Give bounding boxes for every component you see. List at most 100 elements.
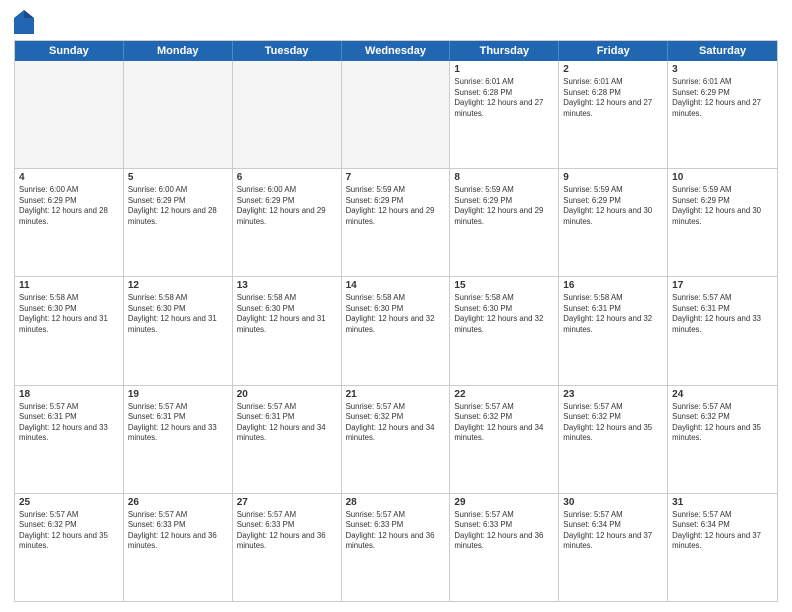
calendar-cell: 30 Sunrise: 5:57 AM Sunset: 6:34 PM Dayli…	[559, 494, 668, 601]
calendar-cell: 18 Sunrise: 5:57 AM Sunset: 6:31 PM Dayli…	[15, 386, 124, 493]
day-number: 14	[346, 280, 446, 291]
calendar-cell: 4 Sunrise: 6:00 AM Sunset: 6:29 PM Daylig…	[15, 169, 124, 276]
calendar-cell: 7Sunrise: 5:59 AM Sunset: 6:29 PM Daylig…	[342, 169, 451, 276]
day-info: Sunrise: 5:58 AM Sunset: 6:30 PM Dayligh…	[237, 293, 337, 335]
calendar-cell: 14 Sunrise: 5:58 AM Sunset: 6:30 PM Dayli…	[342, 277, 451, 384]
day-info: Sunrise: 5:58 AM Sunset: 6:30 PM Dayligh…	[454, 293, 554, 335]
header-day-monday: Monday	[124, 41, 233, 61]
day-info: Sunrise: 5:57 AM Sunset: 6:31 PM Dayligh…	[19, 402, 119, 444]
calendar-cell: 17 Sunrise: 5:57 AM Sunset: 6:31 PM Dayli…	[668, 277, 777, 384]
day-number: 17	[672, 280, 773, 291]
day-number: 12	[128, 280, 228, 291]
day-info: Sunrise: 5:58 AM Sunset: 6:30 PM Dayligh…	[128, 293, 228, 335]
day-info: Sunrise: 5:58 AM Sunset: 6:30 PM Dayligh…	[346, 293, 446, 335]
calendar-cell: 10 Sunrise: 5:59 AM Sunset: 6:29 PM Dayli…	[668, 169, 777, 276]
day-info: Sunrise: 5:57 AM Sunset: 6:31 PM Dayligh…	[672, 293, 773, 335]
calendar-cell: 8 Sunrise: 5:59 AM Sunset: 6:29 PM Daylig…	[450, 169, 559, 276]
day-info: Sunrise: 5:57 AM Sunset: 6:34 PM Dayligh…	[672, 510, 773, 552]
calendar-row-3: 11 Sunrise: 5:58 AM Sunset: 6:30 PM Dayli…	[15, 277, 777, 385]
day-number: 1	[454, 64, 554, 75]
day-info: Sunrise: 6:01 AM Sunset: 6:28 PM Dayligh…	[454, 77, 554, 119]
day-info: Sunrise: 5:57 AM Sunset: 6:33 PM Dayligh…	[128, 510, 228, 552]
day-number: 4	[19, 172, 119, 183]
calendar-cell: 16 Sunrise: 5:58 AM Sunset: 6:31 PM Dayli…	[559, 277, 668, 384]
calendar-header: SundayMondayTuesdayWednesdayThursdayFrid…	[15, 41, 777, 61]
day-info: Sunrise: 5:57 AM Sunset: 6:33 PM Dayligh…	[454, 510, 554, 552]
day-number: 21	[346, 389, 446, 400]
day-info: Sunrise: 6:01 AM Sunset: 6:29 PM Dayligh…	[672, 77, 773, 119]
day-number: 13	[237, 280, 337, 291]
day-number: 15	[454, 280, 554, 291]
calendar-row-2: 4 Sunrise: 6:00 AM Sunset: 6:29 PM Daylig…	[15, 169, 777, 277]
calendar-cell: 22 Sunrise: 5:57 AM Sunset: 6:32 PM Dayli…	[450, 386, 559, 493]
day-number: 31	[672, 497, 773, 508]
calendar-row-4: 18 Sunrise: 5:57 AM Sunset: 6:31 PM Dayli…	[15, 386, 777, 494]
calendar-cell: 27Sunrise: 5:57 AM Sunset: 6:33 PM Dayli…	[233, 494, 342, 601]
day-info: Sunrise: 5:57 AM Sunset: 6:33 PM Dayligh…	[237, 510, 337, 552]
day-info: Sunrise: 6:00 AM Sunset: 6:29 PM Dayligh…	[19, 185, 119, 227]
day-number: 7	[346, 172, 446, 183]
header-day-thursday: Thursday	[450, 41, 559, 61]
day-info: Sunrise: 6:00 AM Sunset: 6:29 PM Dayligh…	[237, 185, 337, 227]
day-info: Sunrise: 6:01 AM Sunset: 6:28 PM Dayligh…	[563, 77, 663, 119]
calendar-cell	[233, 61, 342, 168]
header-day-wednesday: Wednesday	[342, 41, 451, 61]
header	[14, 10, 778, 34]
day-number: 18	[19, 389, 119, 400]
day-number: 8	[454, 172, 554, 183]
calendar-cell: 20Sunrise: 5:57 AM Sunset: 6:31 PM Dayli…	[233, 386, 342, 493]
day-number: 5	[128, 172, 228, 183]
day-number: 22	[454, 389, 554, 400]
day-info: Sunrise: 5:57 AM Sunset: 6:31 PM Dayligh…	[128, 402, 228, 444]
calendar-cell: 1 Sunrise: 6:01 AM Sunset: 6:28 PM Daylig…	[450, 61, 559, 168]
calendar-cell: 6 Sunrise: 6:00 AM Sunset: 6:29 PM Daylig…	[233, 169, 342, 276]
day-info: Sunrise: 5:57 AM Sunset: 6:34 PM Dayligh…	[563, 510, 663, 552]
day-number: 10	[672, 172, 773, 183]
page: SundayMondayTuesdayWednesdayThursdayFrid…	[0, 0, 792, 612]
calendar-cell	[15, 61, 124, 168]
calendar-cell: 21 Sunrise: 5:57 AM Sunset: 6:32 PM Dayli…	[342, 386, 451, 493]
day-info: Sunrise: 5:59 AM Sunset: 6:29 PM Dayligh…	[672, 185, 773, 227]
day-info: Sunrise: 5:58 AM Sunset: 6:30 PM Dayligh…	[19, 293, 119, 335]
calendar-cell: 28 Sunrise: 5:57 AM Sunset: 6:33 PM Dayli…	[342, 494, 451, 601]
calendar-cell: 25Sunrise: 5:57 AM Sunset: 6:32 PM Dayli…	[15, 494, 124, 601]
calendar-cell	[124, 61, 233, 168]
calendar-cell: 19Sunrise: 5:57 AM Sunset: 6:31 PM Dayli…	[124, 386, 233, 493]
day-info: Sunrise: 5:58 AM Sunset: 6:31 PM Dayligh…	[563, 293, 663, 335]
header-day-saturday: Saturday	[668, 41, 777, 61]
header-day-friday: Friday	[559, 41, 668, 61]
calendar-cell	[342, 61, 451, 168]
calendar-body: 1 Sunrise: 6:01 AM Sunset: 6:28 PM Daylig…	[15, 61, 777, 601]
calendar-cell: 2 Sunrise: 6:01 AM Sunset: 6:28 PM Daylig…	[559, 61, 668, 168]
day-info: Sunrise: 5:57 AM Sunset: 6:33 PM Dayligh…	[346, 510, 446, 552]
day-number: 26	[128, 497, 228, 508]
day-number: 30	[563, 497, 663, 508]
calendar-cell: 24Sunrise: 5:57 AM Sunset: 6:32 PM Dayli…	[668, 386, 777, 493]
logo	[14, 10, 38, 34]
day-info: Sunrise: 5:59 AM Sunset: 6:29 PM Dayligh…	[454, 185, 554, 227]
day-number: 2	[563, 64, 663, 75]
day-number: 16	[563, 280, 663, 291]
calendar-cell: 29 Sunrise: 5:57 AM Sunset: 6:33 PM Dayli…	[450, 494, 559, 601]
calendar-cell: 9Sunrise: 5:59 AM Sunset: 6:29 PM Daylig…	[559, 169, 668, 276]
calendar-row-5: 25Sunrise: 5:57 AM Sunset: 6:32 PM Dayli…	[15, 494, 777, 601]
calendar: SundayMondayTuesdayWednesdayThursdayFrid…	[14, 40, 778, 602]
day-number: 3	[672, 64, 773, 75]
calendar-cell: 3 Sunrise: 6:01 AM Sunset: 6:29 PM Daylig…	[668, 61, 777, 168]
calendar-cell: 26 Sunrise: 5:57 AM Sunset: 6:33 PM Dayli…	[124, 494, 233, 601]
header-day-sunday: Sunday	[15, 41, 124, 61]
day-number: 9	[563, 172, 663, 183]
calendar-cell: 13 Sunrise: 5:58 AM Sunset: 6:30 PM Dayli…	[233, 277, 342, 384]
day-number: 11	[19, 280, 119, 291]
day-info: Sunrise: 5:57 AM Sunset: 6:32 PM Dayligh…	[563, 402, 663, 444]
day-info: Sunrise: 5:57 AM Sunset: 6:32 PM Dayligh…	[454, 402, 554, 444]
calendar-row-1: 1 Sunrise: 6:01 AM Sunset: 6:28 PM Daylig…	[15, 61, 777, 169]
day-number: 20	[237, 389, 337, 400]
day-number: 28	[346, 497, 446, 508]
logo-icon	[14, 10, 34, 34]
day-number: 29	[454, 497, 554, 508]
day-number: 6	[237, 172, 337, 183]
header-day-tuesday: Tuesday	[233, 41, 342, 61]
calendar-cell: 31 Sunrise: 5:57 AM Sunset: 6:34 PM Dayli…	[668, 494, 777, 601]
day-info: Sunrise: 5:57 AM Sunset: 6:32 PM Dayligh…	[346, 402, 446, 444]
